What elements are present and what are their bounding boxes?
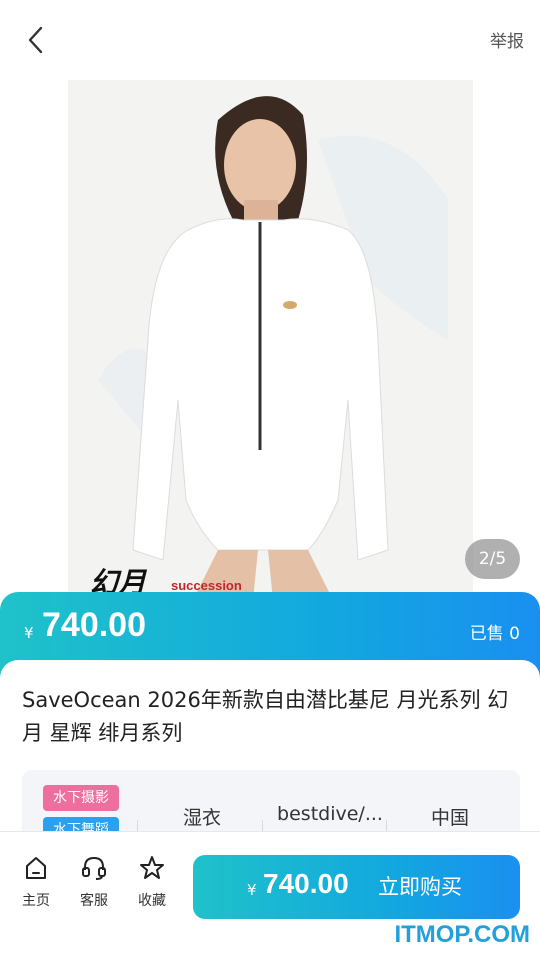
home-icon — [26, 857, 46, 879]
report-link[interactable]: 举报 — [490, 27, 524, 52]
chevron-left-icon — [28, 26, 43, 54]
top-bar: 举报 — [0, 0, 540, 80]
attribute-origin: 中国 — [430, 807, 469, 829]
buy-now-label: 立即购买 — [378, 875, 462, 899]
nav-favorite-label: 收藏 — [138, 893, 166, 909]
headset-icon — [82, 856, 106, 880]
currency-symbol: ¥ — [24, 624, 34, 642]
sold-count: 已售 0 — [469, 624, 520, 644]
gallery-page-indicator: 2/5 — [465, 539, 520, 579]
attribute-brand: bestdive/... — [277, 803, 383, 825]
nav-home-label: 主页 — [22, 893, 50, 909]
image-brand-subtext: succession — [171, 578, 242, 593]
product-title: SaveOcean 2026年新款自由潜比基尼 月光系列 幻月 星辉 绯月系列 — [22, 688, 509, 745]
back-button[interactable] — [18, 22, 54, 58]
star-icon — [140, 856, 164, 879]
product-price: 740.00 — [42, 606, 146, 644]
site-watermark: ITMOP.COM — [394, 921, 530, 948]
buy-price: 740.00 — [263, 868, 349, 899]
product-image-gallery[interactable]: 幻月 succession — [68, 80, 473, 600]
attribute-category: 湿衣 — [182, 807, 221, 829]
buy-currency-symbol: ¥ — [247, 881, 257, 899]
nav-customer-service[interactable]: 客服 — [72, 854, 116, 910]
nav-home[interactable]: 主页 — [14, 854, 58, 910]
product-photo: 幻月 succession — [68, 80, 473, 600]
nav-customer-service-label: 客服 — [80, 893, 108, 909]
tag-underwater-photography: 水下摄影 — [43, 785, 119, 811]
buy-now-button[interactable]: ¥ 740.00 立即购买 — [193, 855, 520, 919]
nav-favorite[interactable]: 收藏 — [130, 854, 174, 910]
